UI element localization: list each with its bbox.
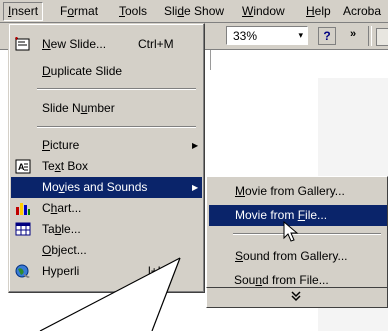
new-slide-shortcut: Ctrl+M [138,37,174,51]
menu-item-movies-and-sounds[interactable]: Movies and Sounds ▶ [11,177,202,198]
menu-window[interactable]: Window [238,3,289,20]
menu-item-text-box[interactable]: A Text Box [11,156,202,177]
menu-separator [233,233,381,235]
menu-format-rest: rmat [74,4,99,18]
menu-insert[interactable]: Insert [3,2,44,21]
slide-number-label: Slide Number [42,101,115,115]
help-icon: ? [323,29,331,43]
movies-and-sounds-label: Movies and Sounds [42,180,148,194]
menu-slide-show-pre: Sli [164,4,178,18]
new-slide-icon [15,37,31,52]
movie-from-gallery-label: Movie from Gallery... [235,184,345,198]
picture-label: Picture [42,138,80,152]
expand-chevron-icon[interactable] [291,290,301,305]
pane-divider[interactable] [210,50,211,70]
office-assistant-button[interactable]: ? [318,27,336,45]
duplicate-slide-label: Duplicate Slide [42,64,123,78]
submenu-item-movie-from-gallery[interactable]: Movie from Gallery... [209,181,387,202]
zoom-combo[interactable]: 33% ▾ [226,26,308,45]
menu-slide-show[interactable]: Slide Show [160,3,228,20]
submenu-arrow-icon: ▶ [192,183,199,192]
zoom-value: 33% [233,29,258,43]
menu-item-table[interactable]: Table... [11,219,202,240]
table-label: Table... [42,222,81,236]
hyperlink-shortcut: l+K [148,264,166,278]
menu-item-new-slide[interactable]: New Slide... Ctrl+M [11,34,202,55]
dropdown-arrow-icon[interactable]: ▾ [298,30,303,41]
menu-help-rest: elp [314,4,331,18]
menu-item-duplicate-slide[interactable]: Duplicate Slide [11,61,202,82]
menu-insert-rest: nsert [11,4,39,18]
menu-acrobat-label: Acroba [343,4,382,18]
menu-item-hyperlink[interactable]: Hyperli l+K [11,261,202,282]
hyperlink-globe-icon [15,264,31,279]
text-box-icon: A [15,159,31,174]
submenu-expand-area[interactable] [206,288,388,308]
chevron-more-icon: » [350,28,357,40]
toolbar-separator [368,26,372,46]
menu-item-picture[interactable]: Picture ▶ [11,135,202,156]
menu-bar: Insert Format Tools Slide Show Window He… [0,0,388,23]
menu-acrobat[interactable]: Acroba [339,3,385,20]
submenu-arrow-icon: ▶ [192,141,199,150]
insert-menu-dropdown: New Slide... Ctrl+M Duplicate Slide Slid… [8,23,205,293]
menu-item-object[interactable]: Object... [11,240,202,261]
menu-window-rest: indow [253,4,285,18]
menu-item-chart[interactable]: Chart... [11,198,202,219]
mouse-cursor-icon [283,221,299,242]
menu-help[interactable]: Help [302,3,335,20]
menu-window-key: W [242,4,254,18]
hyperlink-label: Hyperli [42,264,80,278]
movie-from-file-label: Movie from File... [235,208,328,222]
table-icon [15,222,31,237]
svg-text:A: A [18,162,25,172]
submenu-item-sound-from-gallery[interactable]: Sound from Gallery... [209,246,387,267]
menu-separator [37,88,196,90]
toolbar-options-button[interactable]: » [350,28,356,40]
menu-help-key: H [306,4,315,18]
menu-item-slide-number[interactable]: Slide Number [11,98,202,119]
new-slide-label: New Slide... [42,37,107,51]
menu-tools[interactable]: Tools [115,3,151,20]
menu-slide-show-rest: e Show [184,4,225,18]
menu-tools-rest: ools [125,4,148,18]
menu-format[interactable]: Format [56,3,102,20]
chart-icon [15,201,31,216]
menu-separator [37,126,196,128]
text-box-label: Text Box [42,159,89,173]
object-label: Object... [42,243,87,257]
toolbar-button-partial[interactable] [376,28,388,46]
sound-from-gallery-label: Sound from Gallery... [235,249,348,263]
chart-label: Chart... [42,201,82,215]
